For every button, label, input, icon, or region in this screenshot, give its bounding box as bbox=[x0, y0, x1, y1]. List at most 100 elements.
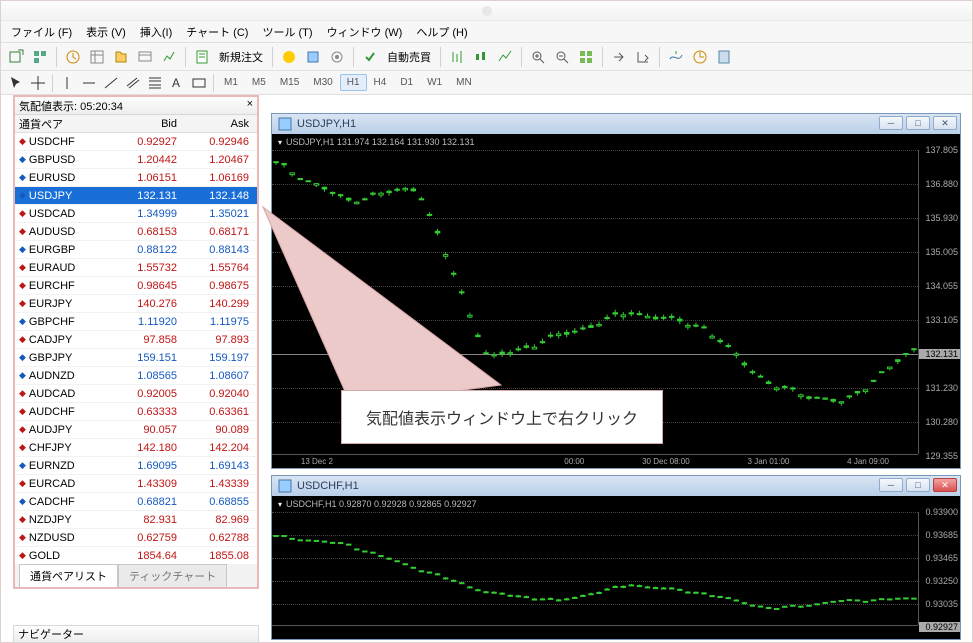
timeframe-m15[interactable]: M15 bbox=[273, 74, 306, 91]
profiles-icon[interactable] bbox=[29, 46, 51, 68]
tab-pair-list[interactable]: 通貨ペアリスト bbox=[19, 564, 118, 587]
tab-tick-chart[interactable]: ティックチャート bbox=[118, 564, 227, 587]
maximize-icon[interactable]: □ bbox=[906, 478, 930, 492]
new-order-icon[interactable] bbox=[191, 46, 213, 68]
terminal-icon[interactable] bbox=[134, 46, 156, 68]
crosshair-icon[interactable] bbox=[27, 73, 49, 93]
symbol-row-nzdjpy[interactable]: ◆ NZDJPY82.93182.969 bbox=[15, 511, 257, 529]
vline-icon[interactable] bbox=[56, 73, 78, 93]
close-icon[interactable]: × bbox=[247, 98, 253, 110]
close-icon[interactable]: ✕ bbox=[933, 478, 957, 492]
menu-file[interactable]: ファイル (F) bbox=[5, 22, 78, 42]
line-chart-icon[interactable] bbox=[494, 46, 516, 68]
symbol-row-usdjpy[interactable]: ◆ USDJPY132.131132.148 bbox=[15, 187, 257, 205]
symbol-row-gbpjpy[interactable]: ◆ GBPJPY159.151159.197 bbox=[15, 349, 257, 367]
channel-icon[interactable] bbox=[122, 73, 144, 93]
tile-icon[interactable] bbox=[575, 46, 597, 68]
zoom-in-icon[interactable] bbox=[527, 46, 549, 68]
chevron-down-icon[interactable]: ▾ bbox=[278, 500, 282, 509]
shift-icon[interactable] bbox=[608, 46, 630, 68]
symbol-row-gold[interactable]: ◆ GOLD1854.641855.08 bbox=[15, 547, 257, 565]
symbol-row-eurcad[interactable]: ◆ EURCAD1.433091.43339 bbox=[15, 475, 257, 493]
menu-chart[interactable]: チャート (C) bbox=[180, 22, 254, 42]
cursor-icon[interactable] bbox=[5, 73, 27, 93]
chart-usdchf-canvas[interactable] bbox=[272, 512, 918, 625]
timeframe-w1[interactable]: W1 bbox=[420, 74, 449, 91]
symbol-row-eurnzd[interactable]: ◆ EURNZD1.690951.69143 bbox=[15, 457, 257, 475]
strategy-tester-icon[interactable] bbox=[158, 46, 180, 68]
symbol-row-usdchf[interactable]: ◆ USDCHF0.929270.92946 bbox=[15, 133, 257, 151]
menu-tool[interactable]: ツール (T) bbox=[256, 22, 318, 42]
symbol-row-audchf[interactable]: ◆ AUDCHF0.633330.63361 bbox=[15, 403, 257, 421]
close-icon[interactable]: ✕ bbox=[933, 116, 957, 130]
symbol-row-audcad[interactable]: ◆ AUDCAD0.920050.92040 bbox=[15, 385, 257, 403]
bid-price: 142.180 bbox=[111, 442, 183, 454]
symbol-row-audjpy[interactable]: ◆ AUDJPY90.05790.089 bbox=[15, 421, 257, 439]
timeframe-mn[interactable]: MN bbox=[449, 74, 479, 91]
menu-window[interactable]: ウィンドウ (W) bbox=[321, 22, 409, 42]
timeframe-h4[interactable]: H4 bbox=[367, 74, 394, 91]
symbol-name: USDCAD bbox=[29, 208, 75, 220]
symbol-row-audusd[interactable]: ◆ AUDUSD0.681530.68171 bbox=[15, 223, 257, 241]
menu-view[interactable]: 表示 (V) bbox=[80, 22, 132, 42]
autotrade-label[interactable]: 自動売買 bbox=[383, 49, 435, 65]
symbol-row-euraud[interactable]: ◆ EURAUD1.557321.55764 bbox=[15, 259, 257, 277]
label-icon[interactable] bbox=[188, 73, 210, 93]
minimize-icon[interactable]: ─ bbox=[879, 116, 903, 130]
symbol-row-gbpchf[interactable]: ◆ GBPCHF1.119201.11975 bbox=[15, 313, 257, 331]
chevron-down-icon[interactable]: ▾ bbox=[278, 138, 282, 147]
autoscroll-icon[interactable] bbox=[632, 46, 654, 68]
bar-chart-icon[interactable] bbox=[446, 46, 468, 68]
navigator-icon[interactable] bbox=[110, 46, 132, 68]
symbol-row-cadchf[interactable]: ◆ CADCHF0.688210.68855 bbox=[15, 493, 257, 511]
meta-icon[interactable] bbox=[278, 46, 300, 68]
new-order-label[interactable]: 新規注文 bbox=[215, 49, 267, 65]
col-bid[interactable]: Bid bbox=[111, 118, 183, 130]
hline-icon[interactable] bbox=[78, 73, 100, 93]
timeframe-m30[interactable]: M30 bbox=[306, 74, 339, 91]
symbol-row-eurusd[interactable]: ◆ EURUSD1.061511.06169 bbox=[15, 169, 257, 187]
arrow-down-icon: ◆ bbox=[19, 262, 26, 273]
minimize-icon[interactable]: ─ bbox=[879, 478, 903, 492]
market-watch-title: 気配値表示: 05:20:34 × bbox=[15, 97, 257, 115]
data-window-icon[interactable] bbox=[86, 46, 108, 68]
col-ask[interactable]: Ask bbox=[183, 118, 255, 130]
callout-text: 気配値表示ウィンドウ上で右クリック bbox=[341, 390, 663, 444]
timeframe-h1[interactable]: H1 bbox=[340, 74, 367, 91]
symbol-row-usdcad[interactable]: ◆ USDCAD1.349991.35021 bbox=[15, 205, 257, 223]
market-watch-icon[interactable] bbox=[62, 46, 84, 68]
fibo-icon[interactable] bbox=[144, 73, 166, 93]
symbol-row-gbpusd[interactable]: ◆ GBPUSD1.204421.20467 bbox=[15, 151, 257, 169]
zoom-out-icon[interactable] bbox=[551, 46, 573, 68]
col-symbol[interactable]: 通貨ペア bbox=[15, 116, 111, 132]
timeframe-d1[interactable]: D1 bbox=[393, 74, 420, 91]
symbol-name: EURJPY bbox=[29, 298, 72, 310]
chart-usdchf[interactable]: USDCHF,H1 ─ □ ✕ ▾ USDCHF,H1 0.92870 0.92… bbox=[271, 475, 961, 640]
templates-icon[interactable] bbox=[713, 46, 735, 68]
symbol-row-eurgbp[interactable]: ◆ EURGBP0.881220.88143 bbox=[15, 241, 257, 259]
symbol-row-chfjpy[interactable]: ◆ CHFJPY142.180142.204 bbox=[15, 439, 257, 457]
menu-insert[interactable]: 挿入(I) bbox=[134, 22, 178, 42]
periods-icon[interactable] bbox=[689, 46, 711, 68]
symbol-row-nzdusd[interactable]: ◆ NZDUSD0.627590.62788 bbox=[15, 529, 257, 547]
candle-chart-icon[interactable] bbox=[470, 46, 492, 68]
symbol-row-audnzd[interactable]: ◆ AUDNZD1.085651.08607 bbox=[15, 367, 257, 385]
maximize-icon[interactable]: □ bbox=[906, 116, 930, 130]
options-icon[interactable] bbox=[326, 46, 348, 68]
ask-price: 159.197 bbox=[183, 352, 255, 364]
chart-usdjpy-titlebar[interactable]: USDJPY,H1 ─ □ ✕ bbox=[272, 114, 960, 134]
chart-usdchf-titlebar[interactable]: USDCHF,H1 ─ □ ✕ bbox=[272, 476, 960, 496]
symbol-row-cadjpy[interactable]: ◆ CADJPY97.85897.893 bbox=[15, 331, 257, 349]
indicators-icon[interactable] bbox=[665, 46, 687, 68]
timeframe-m5[interactable]: M5 bbox=[245, 74, 273, 91]
menu-help[interactable]: ヘルプ (H) bbox=[410, 22, 473, 42]
autotrade-icon[interactable] bbox=[359, 46, 381, 68]
trendline-icon[interactable] bbox=[100, 73, 122, 93]
expert-icon[interactable] bbox=[302, 46, 324, 68]
symbol-row-eurchf[interactable]: ◆ EURCHF0.986450.98675 bbox=[15, 277, 257, 295]
text-icon[interactable]: A bbox=[166, 73, 188, 93]
symbol-row-eurjpy[interactable]: ◆ EURJPY140.276140.299 bbox=[15, 295, 257, 313]
arrow-down-icon: ◆ bbox=[19, 532, 26, 543]
new-chart-icon[interactable] bbox=[5, 46, 27, 68]
timeframe-m1[interactable]: M1 bbox=[217, 74, 245, 91]
